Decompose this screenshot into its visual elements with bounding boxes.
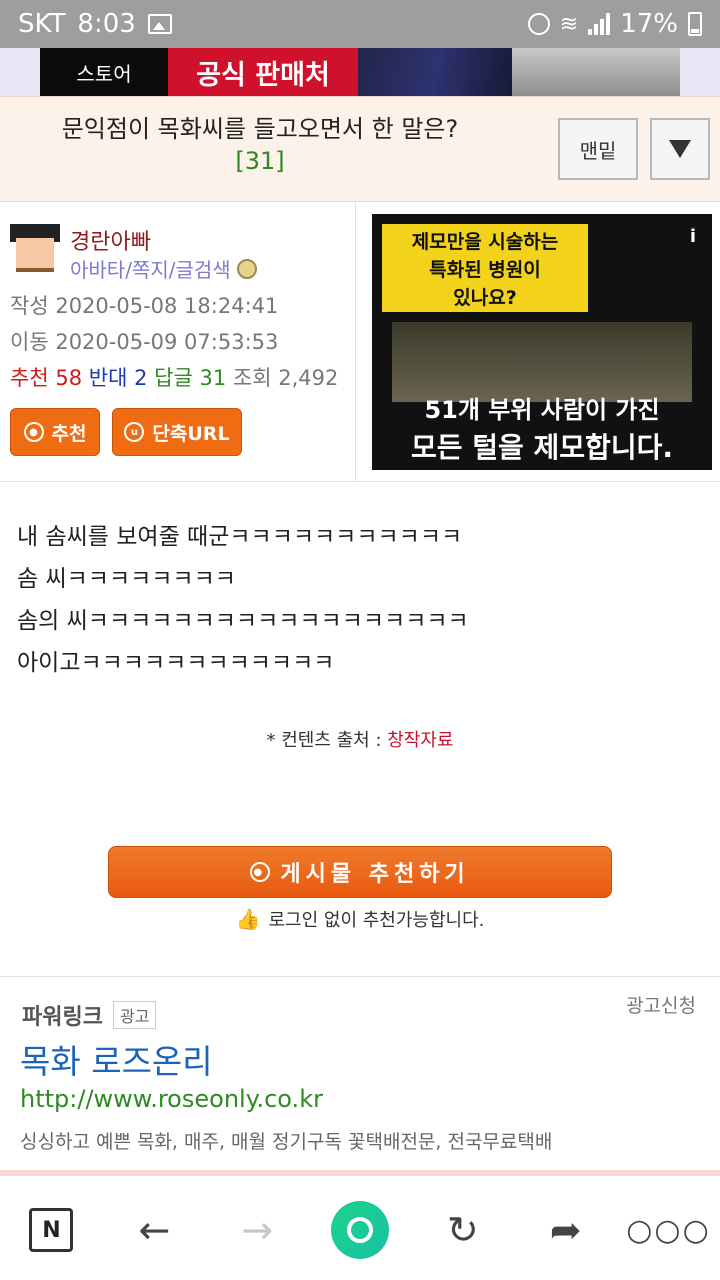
ad-apply-link[interactable]: 광고신청 [626,991,696,1018]
recommend-post-button[interactable]: ● 게시물 추천하기 [108,846,612,898]
powerlink-headline[interactable]: 목화 로즈온리 [20,1035,213,1083]
powerlink-url[interactable]: http://www.roseonly.co.kr [20,1085,323,1113]
view-count: 2,492 [278,366,339,390]
created-value: 2020-05-08 18:24:41 [55,294,279,318]
content-source: * 컨텐츠 출처 : 창작자료 [0,726,720,752]
ad-line-e: 모든 털을 제모합니다. [411,431,673,464]
carrier-label: SKT [18,9,66,39]
powerlink-description: 싱싱하고 예쁜 목화, 매주, 매월 정기구독 꽃택배전문, 전국무료택배 [20,1131,553,1153]
ad-line-c: 있나요? [453,287,517,309]
author-nickname[interactable]: 경란아빠 [70,224,151,256]
author-info: 경란아빠 아바타/쪽지/글검색 작성 2020-05-08 18:24:41 이… [0,202,356,482]
battery-percent: 17% [620,9,678,39]
ad-line-d: 51개 부위 사람이 가진 [424,396,660,424]
share-icon[interactable]: ➦ [526,1190,606,1270]
wifi-icon: ≋ [559,11,579,37]
level-badge-icon [236,258,257,279]
alarm-icon [527,13,550,35]
clock: 8:03 [77,9,136,39]
forward-arrow-icon[interactable]: → [217,1190,297,1270]
source-link[interactable]: 창작자료 [387,730,453,751]
moved-value: 2020-05-09 07:53:53 [55,330,279,354]
ad-line-a: 제모만을 시술하는 [411,231,559,253]
author-links-text[interactable]: 아바타/쪽지/글검색 [70,254,231,283]
link-icon: u [124,422,145,442]
recommend-button[interactable]: ● 추천 [10,408,100,456]
banner-store-label: 스토어 [40,48,168,96]
rec-label: 추천 [10,366,49,390]
thumbs-up-icon: 👍 [235,907,261,931]
refresh-icon[interactable]: ↻ [423,1190,503,1270]
author-links[interactable]: 아바타/쪽지/글검색 [70,254,257,283]
powerlink-title: 파워링크 광고 [22,999,157,1031]
recommend-post-label: 게시물 추천하기 [280,862,470,887]
post-body: 내 솜씨를 보여줄 때군ㅋㅋㅋㅋㅋㅋㅋㅋㅋㅋㅋ 솜 씨ㅋㅋㅋㅋㅋㅋㅋㅋ 솜의 씨… [17,516,469,684]
post-title-bar: 문익점이 목화씨를 들고오면서 한 말은? [31] 맨밑 [0,96,720,202]
comment-count[interactable]: [31] [0,145,520,177]
avatar[interactable] [10,224,60,276]
ad-tag: 광고 [112,1001,157,1029]
reply-count: 31 [199,366,227,390]
post-line: 내 솜씨를 보여줄 때군ㅋㅋㅋㅋㅋㅋㅋㅋㅋㅋㅋ [17,524,463,550]
top-banner-ad[interactable]: 스토어 공식 판매처 [0,48,720,96]
post-title: 문익점이 목화씨를 들고오면서 한 말은? [31] [0,113,520,177]
view-label: 조회 [232,366,272,390]
recommend-note: 👍 로그인 없이 추천가능합니다. [0,906,720,932]
recommend-note-text: 로그인 없이 추천가능합니다. [268,910,485,931]
source-label: * 컨텐츠 출처 : [266,730,388,751]
recommend-button-label: 추천 [51,422,87,445]
home-button[interactable]: N [11,1190,91,1270]
signal-icon [588,13,611,35]
post-line: 솜 씨ㅋㅋㅋㅋㅋㅋㅋㅋ [17,566,236,592]
more-options-icon[interactable]: ○○○ [626,1190,709,1270]
post-line: 솜의 씨ㅋㅋㅋㅋㅋㅋㅋㅋㅋㅋㅋㅋㅋㅋㅋㅋㅋㅋ [17,608,469,634]
ad-headline-box: 제모만을 시술하는 특화된 병원이 있나요? [382,224,588,312]
ad-line-b: 특화된 병원이 [429,259,541,281]
short-url-button[interactable]: u 단축URL [112,408,242,456]
moved-date: 이동 2020-05-09 07:53:53 [10,326,278,356]
chevron-down-icon[interactable] [650,118,710,180]
powerlink-label: 파워링크 [22,1005,103,1030]
battery-icon [688,12,702,36]
ad-info-icon[interactable]: i [690,226,696,247]
divider [0,1170,720,1176]
created-date: 작성 2020-05-08 18:24:41 [10,290,278,320]
green-dot-button[interactable] [320,1190,400,1270]
greendot-icon [330,1201,389,1259]
post-title-text: 문익점이 목화씨를 들고오면서 한 말은? [61,115,459,143]
post-stats: 추천 58 반대 2 답글 31 조회 2,492 [10,362,338,392]
created-label: 작성 [10,294,49,318]
banner-image [358,48,512,96]
opp-label: 반대 [88,366,128,390]
banner-official-label: 공식 판매처 [168,48,358,96]
opp-count: 2 [134,366,148,390]
status-bar: SKT 8:03 ≋ 17% [0,0,720,48]
image-notification-icon [147,14,172,34]
rec-count: 58 [55,366,83,390]
target-icon: ● [250,862,271,882]
back-arrow-icon[interactable]: ← [114,1190,194,1270]
moved-label: 이동 [10,330,49,354]
target-icon: ● [23,422,44,442]
banner-shoe-image [512,48,680,96]
post-line: 아이고ㅋㅋㅋㅋㅋㅋㅋㅋㅋㅋㅋㅋ [17,650,335,676]
naver-home-icon: N [29,1208,74,1252]
powerlink-ad: 파워링크 광고 광고신청 목화 로즈온리 http://www.roseonly… [0,976,720,1172]
reply-label: 답글 [154,366,193,390]
author-section: 경란아빠 아바타/쪽지/글검색 작성 2020-05-08 18:24:41 이… [0,202,720,482]
side-ad-image[interactable]: 제모만을 시술하는 특화된 병원이 있나요? i 51개 부위 사람이 가진 모… [372,214,712,470]
browser-bottom-nav: N ← → ↻ ➦ ○○○ [0,1180,720,1280]
short-url-button-label: 단축URL [152,422,230,445]
scroll-bottom-button[interactable]: 맨밑 [558,118,638,180]
